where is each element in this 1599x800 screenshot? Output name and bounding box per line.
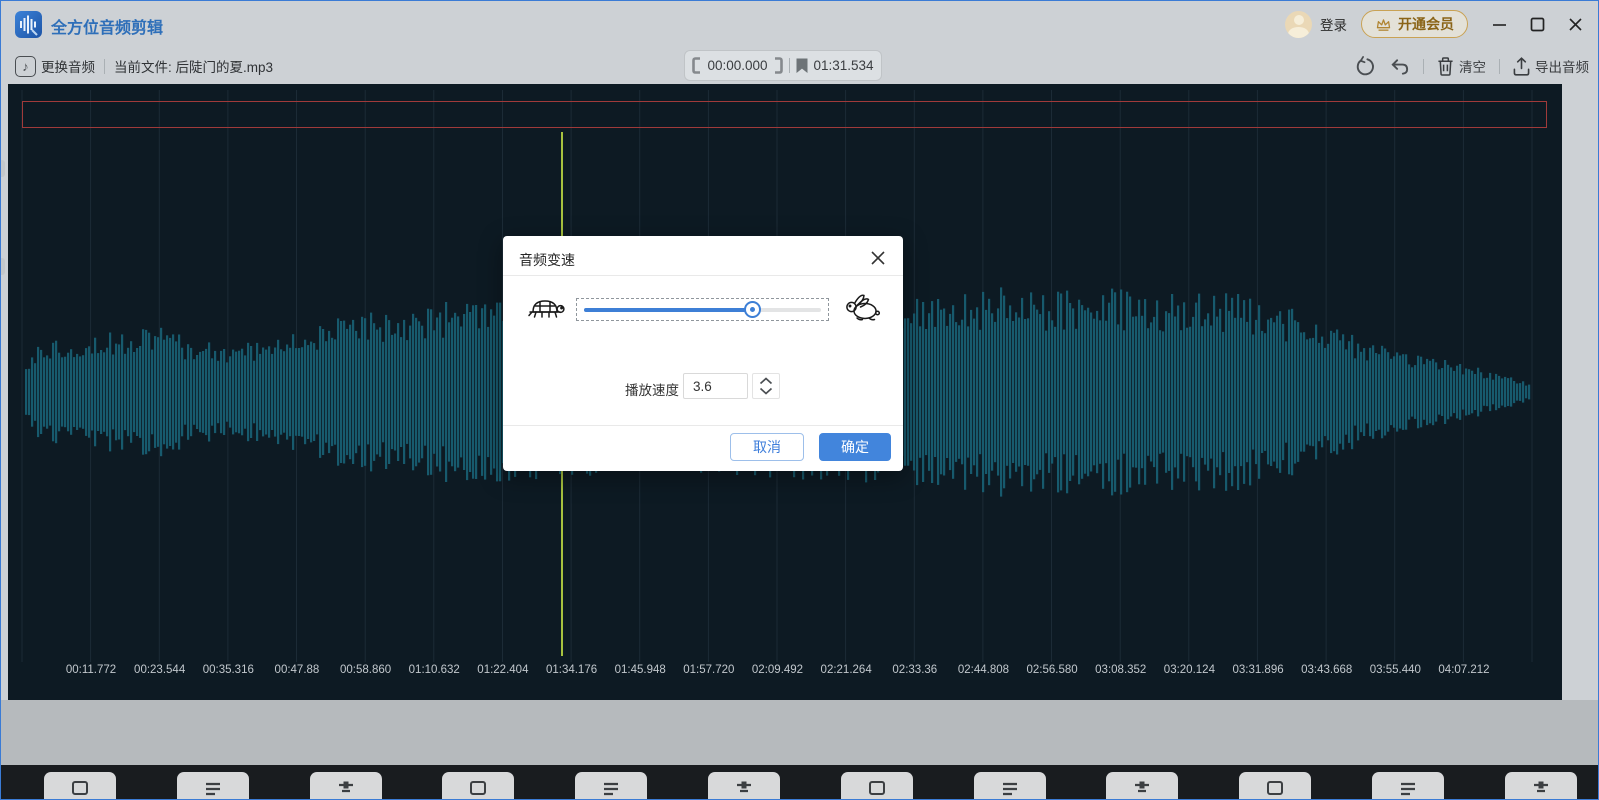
timeline-tick-label: 03:20.124 [1164,664,1215,676]
timeline-tick-label: 03:55.440 [1370,664,1421,676]
edit-tool-button[interactable] [841,772,913,800]
timeline-tick-label: 03:43.668 [1301,664,1352,676]
edit-tool-button[interactable] [1372,772,1444,800]
divider [104,59,105,74]
timeline-tick-label: 01:34.176 [546,664,597,676]
edit-tool-button[interactable] [177,772,249,800]
speed-stepper[interactable] [752,373,780,399]
app-title: 全方位音频剪辑 [51,14,163,38]
vip-membership-button[interactable]: 开通会员 [1361,10,1468,38]
timeline-tick-label: 01:22.404 [477,664,528,676]
speed-change-dialog: 音频变速 播放速度 3.6 [503,236,903,471]
bracket-left-icon [692,57,701,74]
redo-button[interactable] [1355,56,1376,77]
timeline-tick-label: 00:11.772 [66,664,116,676]
timeline-tick-label: 02:21.264 [821,664,872,676]
bottom-tool-strip [0,765,1599,800]
timeline-tick-label: 01:45.948 [615,664,666,676]
selection-time-readout: 00:00.000 01:31.534 [684,50,882,81]
timeline-tick-label: 03:08.352 [1095,664,1146,676]
bracket-right-icon [774,57,783,74]
app-logo-icon [15,11,42,38]
user-avatar[interactable] [1285,11,1312,38]
clear-button[interactable]: 清空 [1437,56,1486,76]
playback-bar: 01:31.534 / 04:19 开始时间 00 : 00 : 00.000 … [0,700,1599,765]
timeline-tick-label: 01:57.720 [683,664,734,676]
edit-tool-button[interactable] [974,772,1046,800]
vip-label: 开通会员 [1398,14,1454,34]
timeline-tick-label: 00:23.544 [134,664,185,676]
cancel-button[interactable]: 取消 [730,433,804,461]
edit-tool-button[interactable] [1239,772,1311,800]
login-button[interactable]: 登录 [1320,14,1347,34]
rabbit-fast-icon [843,291,883,328]
timeline-tick-label: 01:10.632 [409,664,460,676]
music-note-icon: ♪ [15,56,36,77]
close-button[interactable] [1568,17,1583,32]
selection-start-time: 00:00.000 [707,58,767,73]
speed-label: 播放速度 [625,379,679,399]
turtle-slow-icon [526,293,566,330]
edit-tool-button[interactable] [575,772,647,800]
timeline-tick-label: 04:07.212 [1438,664,1489,676]
export-audio-button[interactable]: 导出音频 [1513,56,1589,76]
selection-region[interactable] [22,101,1547,128]
minimize-button[interactable] [1492,17,1507,32]
edit-tool-button[interactable] [442,772,514,800]
edit-tool-button[interactable] [44,772,116,800]
divider [503,425,903,426]
divider [503,275,903,276]
marker-time: 01:31.534 [814,58,874,73]
dialog-title: 音频变速 [519,250,575,270]
toolbar: ♪ 更换音频 当前文件: 后陡门的夏.mp3 00:00.000 01:31.5… [0,48,1599,84]
panel-handle[interactable] [0,160,5,177]
current-file-label: 当前文件: 后陡门的夏.mp3 [114,56,273,76]
speed-slider[interactable] [576,298,829,321]
dialog-close-button[interactable] [869,249,887,267]
timeline-tick-label: 02:33.36 [892,664,937,676]
timeline-tick-label: 00:58.860 [340,664,391,676]
timeline-tick-label: 02:09.492 [752,664,803,676]
divider [1423,59,1424,74]
speed-slider-thumb[interactable] [744,301,761,318]
speed-slider-fill [584,308,752,312]
panel-handle[interactable] [0,258,5,275]
confirm-button[interactable]: 确定 [819,433,891,461]
bookmark-icon [796,58,808,74]
timeline-tick-label: 02:56.580 [1027,664,1078,676]
change-audio-button[interactable]: ♪ 更换音频 [15,56,95,77]
edit-tool-button[interactable] [310,772,382,800]
trash-icon [1437,57,1454,76]
export-icon [1513,57,1530,76]
undo-button[interactable] [1389,56,1410,77]
timeline-tick-label: 02:44.808 [958,664,1009,676]
timeline-tick-label: 00:47.88 [275,664,320,676]
timeline-tick-label: 03:31.896 [1232,664,1283,676]
speed-value-input[interactable]: 3.6 [683,373,748,399]
edit-tool-button[interactable] [1106,772,1178,800]
edit-tool-button[interactable] [708,772,780,800]
speed-slider-track[interactable] [584,308,821,312]
edit-tool-button[interactable] [1505,772,1577,800]
crown-icon [1375,17,1392,32]
divider [1499,59,1500,74]
divider [789,58,790,73]
maximize-button[interactable] [1530,17,1545,32]
title-bar: 全方位音频剪辑 登录 开通会员 [0,0,1599,48]
timeline-tick-label: 00:35.316 [203,664,254,676]
